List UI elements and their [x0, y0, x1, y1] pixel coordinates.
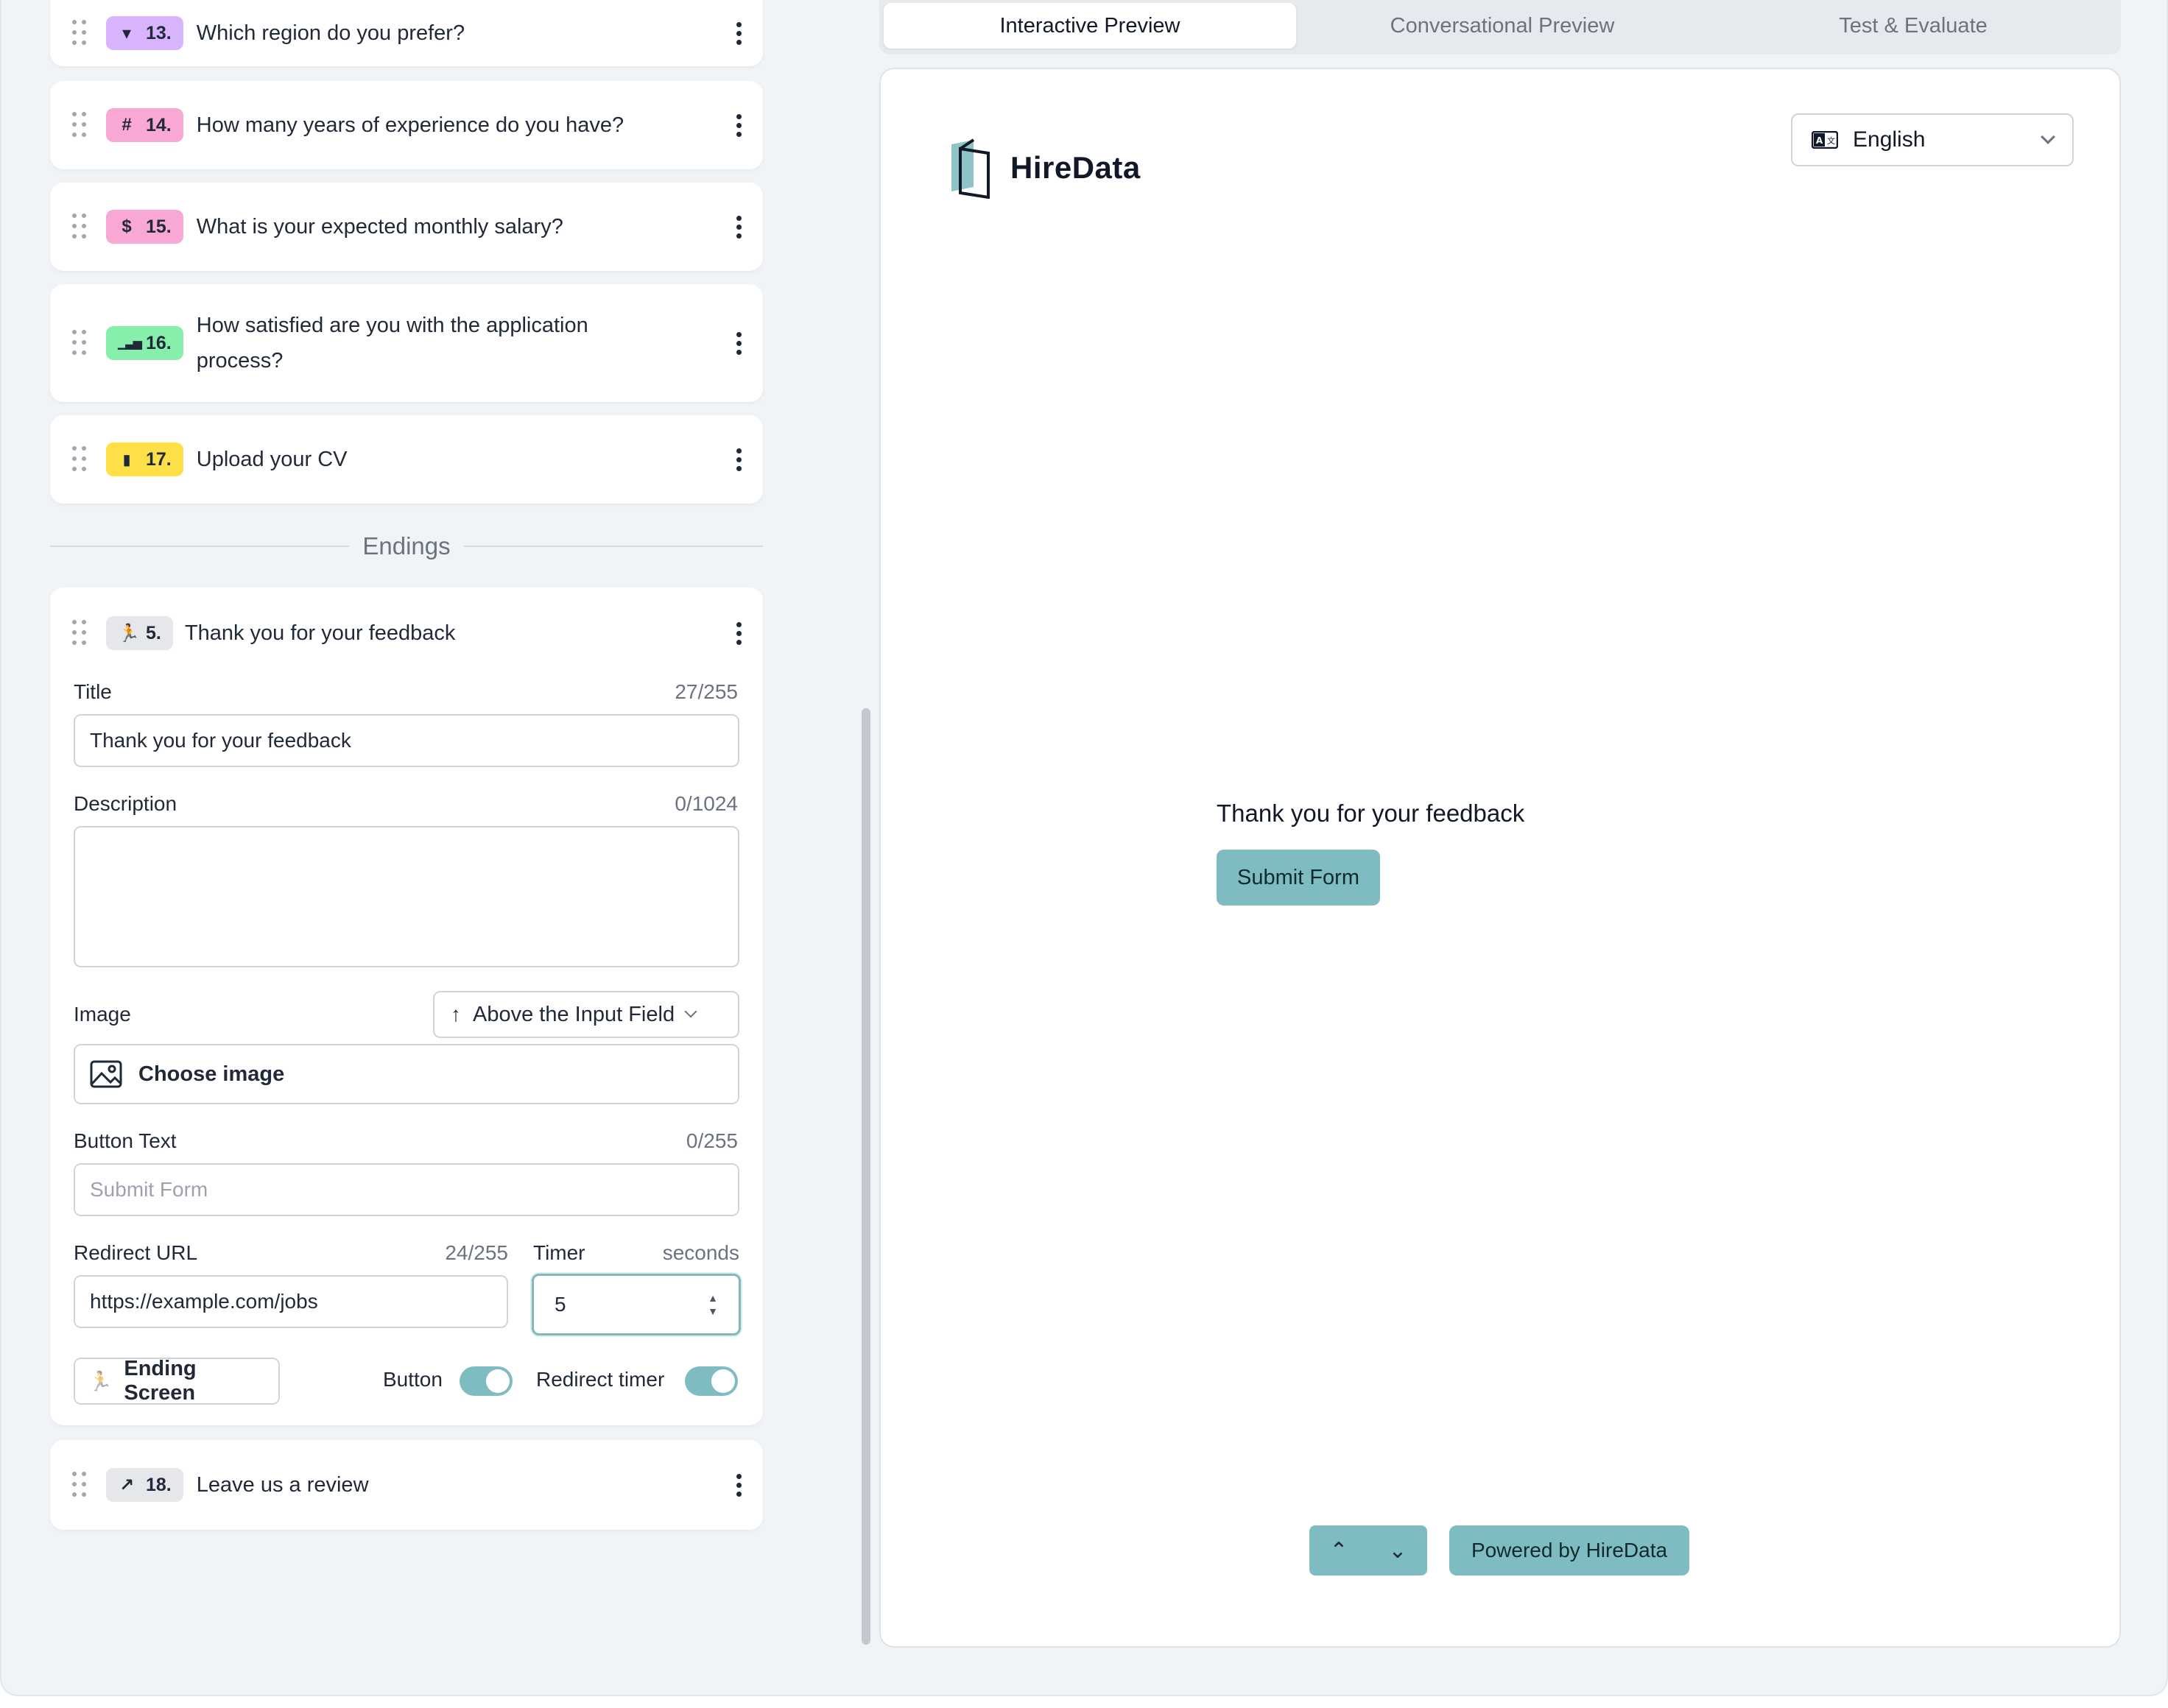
question-title[interactable]: How many years of experience do you have…: [197, 107, 722, 143]
more-options-icon[interactable]: [736, 1473, 742, 1497]
more-options-icon[interactable]: [736, 621, 742, 645]
question-card-17[interactable]: ▮ 17. Upload your CV: [50, 415, 763, 504]
question-navigation: ⌃ ⌄: [1309, 1525, 1427, 1575]
editor-scrollbar[interactable]: [862, 708, 870, 1645]
title-counter: 27/255: [675, 680, 738, 703]
question-card-16[interactable]: ▁▃▅ 16. How satisfied are you with the a…: [50, 284, 763, 402]
title-input[interactable]: Thank you for your feedback: [74, 714, 739, 767]
button-text-label: Button Text: [74, 1129, 177, 1152]
question-title[interactable]: Upload your CV: [197, 442, 722, 477]
brand-logo: HireData: [948, 137, 1141, 199]
button-text-input[interactable]: Submit Form: [74, 1163, 739, 1216]
language-icon: A 文: [1812, 131, 1838, 149]
tab-test-evaluate[interactable]: Test & Evaluate: [1708, 3, 2118, 49]
svg-text:文: 文: [1827, 135, 1835, 146]
question-card-18[interactable]: ↗ 18. Leave us a review: [50, 1440, 763, 1530]
tab-interactive-preview[interactable]: Interactive Preview: [884, 3, 1296, 49]
drag-handle-icon[interactable]: [72, 446, 86, 473]
question-title[interactable]: Which region do you prefer?: [197, 15, 722, 51]
more-options-icon[interactable]: [736, 21, 742, 45]
ending-screen-button[interactable]: 🏃 Ending Screen: [74, 1357, 280, 1405]
question-title[interactable]: How satisfied are you with the applicati…: [197, 308, 722, 378]
dropdown-icon: ▾: [122, 23, 132, 43]
powered-by-badge[interactable]: Powered by HireData: [1449, 1525, 1689, 1575]
drag-handle-icon[interactable]: [72, 330, 86, 356]
redirect-url-input[interactable]: https://example.com/jobs: [74, 1275, 508, 1328]
external-link-icon: ↗: [119, 1475, 135, 1495]
question-type-badge: # 14.: [106, 108, 183, 142]
hiredata-logo-icon: [951, 138, 990, 199]
chevron-down-icon: [2041, 130, 2055, 144]
drag-handle-icon[interactable]: [72, 214, 86, 240]
question-type-badge: $ 15.: [106, 210, 183, 244]
ending-header-title[interactable]: Thank you for your feedback: [185, 615, 722, 651]
redirect-url-counter: 24/255: [445, 1241, 508, 1264]
ending-type-badge: 🏃 5.: [106, 616, 173, 650]
timer-number-input[interactable]: 5 ▲ ▼: [532, 1274, 741, 1335]
number-stepper-icon[interactable]: ▲ ▼: [708, 1293, 718, 1316]
form-preview-panel: [879, 68, 2121, 1648]
drag-handle-icon[interactable]: [72, 112, 86, 138]
button-text-counter: 0/255: [686, 1129, 738, 1152]
timer-label: Timer: [533, 1241, 585, 1264]
question-card-13[interactable]: ▾ 13. Which region do you prefer?: [50, 0, 763, 66]
tab-conversational-preview[interactable]: Conversational Preview: [1296, 3, 1708, 49]
chevron-up-icon[interactable]: ⌃: [1329, 1538, 1348, 1564]
button-toggle[interactable]: [460, 1366, 513, 1396]
preview-tabs: Interactive Preview Conversational Previ…: [879, 0, 2121, 54]
drag-handle-icon[interactable]: [72, 1472, 86, 1498]
timer-unit: seconds: [662, 1241, 739, 1264]
hash-icon: #: [122, 115, 132, 135]
image-icon: [90, 1060, 122, 1088]
brand-name: HireData: [1010, 150, 1141, 185]
redirect-timer-toggle[interactable]: [685, 1366, 738, 1396]
chevron-down-icon[interactable]: ⌄: [1388, 1538, 1407, 1564]
arrow-up-icon: ↑: [451, 1003, 461, 1026]
choose-image-button[interactable]: Choose image: [74, 1044, 739, 1104]
redirect-timer-toggle-label: Redirect timer: [536, 1368, 665, 1391]
question-type-badge: ▁▃▅ 16.: [106, 326, 183, 360]
rating-bars-icon: ▁▃▅: [118, 337, 142, 350]
preview-ending-title: Thank you for your feedback: [1217, 800, 1525, 827]
dollar-icon: $: [122, 216, 132, 236]
ending-runner-icon: 🏃: [88, 1369, 113, 1392]
question-card-15[interactable]: $ 15. What is your expected monthly sala…: [50, 183, 763, 271]
question-title[interactable]: Leave us a review: [197, 1467, 722, 1503]
more-options-icon[interactable]: [736, 331, 742, 355]
endings-divider: Endings: [50, 530, 764, 562]
description-textarea[interactable]: [74, 826, 739, 967]
more-options-icon[interactable]: [736, 113, 742, 137]
button-toggle-label: Button: [383, 1368, 443, 1391]
redirect-url-label: Redirect URL: [74, 1241, 198, 1264]
form-editor-app: ▾ 13. Which region do you prefer? # 14. …: [0, 0, 2168, 1696]
submit-form-button[interactable]: Submit Form: [1217, 850, 1380, 906]
question-title[interactable]: What is your expected monthly salary?: [197, 209, 722, 244]
image-position-select[interactable]: ↑ Above the Input Field: [433, 991, 739, 1038]
drag-handle-icon[interactable]: [72, 20, 86, 46]
title-label: Title: [74, 680, 112, 703]
description-label: Description: [74, 792, 177, 815]
more-options-icon[interactable]: [736, 448, 742, 471]
ending-runner-icon: 🏃: [118, 623, 140, 643]
question-card-14[interactable]: # 14. How many years of experience do yo…: [50, 81, 763, 169]
drag-handle-icon[interactable]: [72, 620, 86, 646]
file-icon: ▮: [122, 451, 131, 468]
svg-text:A: A: [1816, 135, 1823, 146]
question-type-badge: ↗ 18.: [106, 1468, 183, 1502]
language-select[interactable]: A 文 English: [1791, 113, 2074, 166]
question-type-badge: ▾ 13.: [106, 16, 183, 50]
more-options-icon[interactable]: [736, 215, 742, 239]
image-label: Image: [74, 1003, 131, 1026]
question-type-badge: ▮ 17.: [106, 442, 183, 476]
chevron-down-icon: [684, 1005, 697, 1018]
description-counter: 0/1024: [675, 792, 738, 815]
